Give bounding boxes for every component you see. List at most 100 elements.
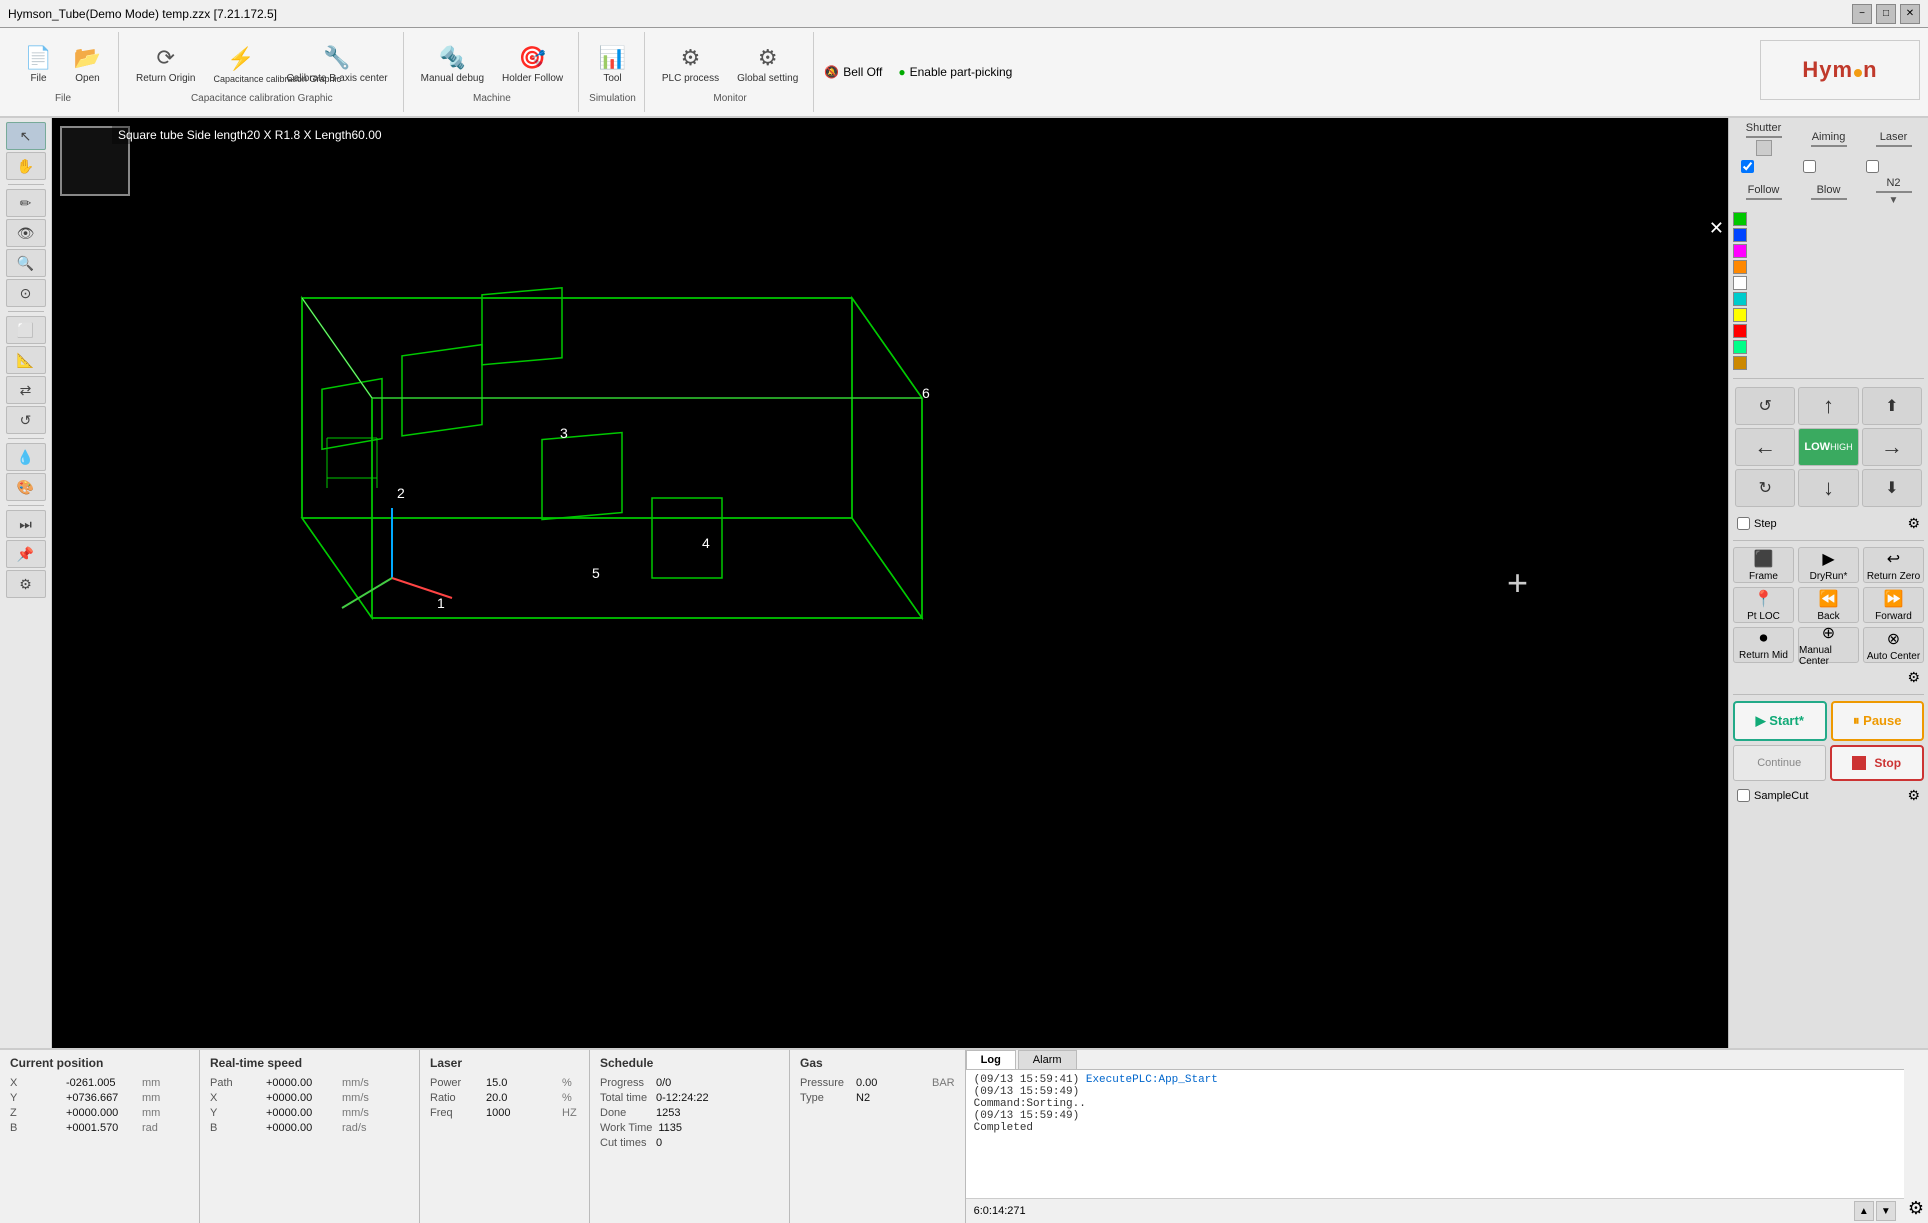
y-label: Y <box>10 1092 60 1104</box>
enable-part-picking-item[interactable]: ● Enable part-picking <box>898 65 1012 79</box>
log-tab[interactable]: Log <box>966 1050 1016 1069</box>
return-zero-icon: ↩ <box>1887 549 1900 569</box>
plc-icon: ⚙ <box>681 45 701 71</box>
return-origin-button[interactable]: ⟳ Return Origin <box>129 40 202 89</box>
work-time-label: Work Time <box>600 1122 652 1134</box>
undo-tool-button[interactable]: ↺ <box>6 406 46 434</box>
aiming-checkbox[interactable] <box>1803 160 1816 173</box>
eye-tool-button[interactable]: 👁 <box>6 219 46 247</box>
swatch-red[interactable] <box>1733 324 1747 338</box>
canvas-label: Square tube Side length20 X R1.8 X Lengt… <box>112 126 388 144</box>
path-unit: mm/s <box>342 1077 369 1089</box>
manual-debug-button[interactable]: 🔩 Manual debug <box>414 40 491 89</box>
stop-button[interactable]: Stop <box>1830 745 1925 781</box>
y-unit: mm <box>142 1092 160 1104</box>
plc-button[interactable]: ⚙ PLC process <box>655 40 726 89</box>
laser-checkbox[interactable] <box>1866 160 1879 173</box>
bottom-settings-icon[interactable]: ⚙ <box>1908 1198 1924 1219</box>
scroll-down-button[interactable]: ▼ <box>1876 1201 1896 1221</box>
log-timestamp-1: (09/13 15:59:41) <box>974 1074 1080 1086</box>
swatch-yellow[interactable] <box>1733 308 1747 322</box>
circle-tool-button[interactable]: ⊙ <box>6 279 46 307</box>
swatch-green[interactable] <box>1733 212 1747 226</box>
left-button[interactable]: ← <box>1735 428 1795 466</box>
pt-loc-button[interactable]: 📍 Pt LOC <box>1733 587 1794 623</box>
global-setting-button[interactable]: ⚙ Global setting <box>730 40 805 89</box>
swatch-gold[interactable] <box>1733 356 1747 370</box>
swatch-mint[interactable] <box>1733 340 1747 354</box>
dry-run-button[interactable]: ▶ DryRun* <box>1798 547 1859 583</box>
capacitance-group: ⟳ Return Origin ⚡ Capacitance calibratio… <box>121 32 404 112</box>
log-link-1[interactable]: ExecutePLC:App_Start <box>1086 1074 1218 1086</box>
forward-button[interactable]: ⏩ Forward <box>1863 587 1924 623</box>
down-right-button[interactable]: ⬇ <box>1862 469 1922 507</box>
file-button[interactable]: 📄 File <box>16 40 61 89</box>
z-value: +0000.000 <box>66 1107 136 1119</box>
auto-center-button[interactable]: ⊗ Auto Center <box>1863 627 1924 663</box>
sample-cut-checkbox[interactable] <box>1737 789 1750 802</box>
step-settings-icon[interactable]: ⚙ <box>1907 515 1920 532</box>
swatch-orange[interactable] <box>1733 260 1747 274</box>
swatch-magenta[interactable] <box>1733 244 1747 258</box>
pencil-tool-button[interactable]: ✏ <box>6 189 46 217</box>
skip-tool-button[interactable]: ⏭ <box>6 510 46 538</box>
rotate-ccw-button[interactable]: ↺ <box>1735 387 1795 425</box>
up-right-button[interactable]: ⬆ <box>1862 387 1922 425</box>
fill-tool-button[interactable]: 🎨 <box>6 473 46 501</box>
pin-tool-button[interactable]: 📌 <box>6 540 46 568</box>
tool-button[interactable]: 📊 Tool <box>590 40 635 89</box>
holder-follow-button[interactable]: 🎯 Holder Follow <box>495 40 570 89</box>
down-button[interactable]: ↓ <box>1798 469 1858 507</box>
scroll-up-button[interactable]: ▲ <box>1854 1201 1874 1221</box>
capacitance-button[interactable]: ⚡ Capacitance calibration Graphic <box>206 41 275 89</box>
measure-tool-button[interactable]: 📐 <box>6 346 46 374</box>
rotate-cw-button[interactable]: ↻ <box>1735 469 1795 507</box>
shutter-checkbox[interactable] <box>1741 160 1754 173</box>
start-button[interactable]: ▶ Start* <box>1733 701 1827 741</box>
zoom-tool-button[interactable]: 🔍 <box>6 249 46 277</box>
svg-text:3: 3 <box>560 425 568 441</box>
n2-label: N2 <box>1874 177 1914 189</box>
swatch-white[interactable] <box>1733 276 1747 290</box>
forward-icon: ⏩ <box>1884 589 1904 609</box>
manual-center-button[interactable]: ⊕ Manual Center <box>1798 627 1859 663</box>
svg-text:6: 6 <box>922 385 930 401</box>
log-line-5: Completed <box>974 1122 1896 1134</box>
n2-dropdown-arrow[interactable]: ▼ <box>1889 195 1899 206</box>
maximize-button[interactable]: □ <box>1876 4 1896 24</box>
power-unit: % <box>562 1077 572 1089</box>
hand-tool-button[interactable]: ✋ <box>6 152 46 180</box>
canvas-area[interactable]: Square tube Side length20 X R1.8 X Lengt… <box>52 118 1728 1048</box>
back-button[interactable]: ⏪ Back <box>1798 587 1859 623</box>
step-checkbox[interactable] <box>1737 517 1750 530</box>
frame-button[interactable]: ⬛ Frame <box>1733 547 1794 583</box>
select-tool-button[interactable]: ↖ <box>6 122 46 150</box>
rect-tool-button[interactable]: ⬜ <box>6 316 46 344</box>
up-button[interactable]: ↑ <box>1798 387 1858 425</box>
low-high-button[interactable]: LOW HIGH <box>1798 428 1858 466</box>
rb-unit: rad/s <box>342 1122 366 1134</box>
swatch-blue[interactable] <box>1733 228 1747 242</box>
alarm-tab[interactable]: Alarm <box>1018 1050 1077 1069</box>
continue-button[interactable]: Continue <box>1733 745 1826 781</box>
sample-cut-settings-icon[interactable]: ⚙ <box>1907 787 1920 804</box>
return-mid-icon: ⏺ <box>1759 630 1767 648</box>
settings-small-button[interactable]: ⚙ <box>6 570 46 598</box>
sample-cut-label: SampleCut <box>1754 790 1808 802</box>
return-zero-button[interactable]: ↩ Return Zero <box>1863 547 1924 583</box>
return-mid-manual-auto-row: ⏺ Return Mid ⊕ Manual Center ⊗ Auto Cent… <box>1733 627 1924 663</box>
action-settings-icon[interactable]: ⚙ <box>1907 669 1920 686</box>
right-button[interactable]: → <box>1862 428 1922 466</box>
swatch-cyan[interactable] <box>1733 292 1747 306</box>
close-panel-button[interactable]: ✕ <box>1709 218 1724 239</box>
minimize-button[interactable]: − <box>1852 4 1872 24</box>
open-button[interactable]: 📂 Open <box>65 40 110 89</box>
bell-off-item[interactable]: 🔕 Bell Off <box>824 65 882 79</box>
close-button[interactable]: ✕ <box>1900 4 1920 24</box>
file-group: 📄 File 📂 Open File <box>8 32 119 112</box>
calibrate-button[interactable]: 🔧 Calibrate B-axis center <box>279 40 394 89</box>
move-tool-button[interactable]: ⇄ <box>6 376 46 404</box>
return-mid-button[interactable]: ⏺ Return Mid <box>1733 627 1794 663</box>
pause-button[interactable]: ⏸ Pause <box>1831 701 1925 741</box>
drop-tool-button[interactable]: 💧 <box>6 443 46 471</box>
